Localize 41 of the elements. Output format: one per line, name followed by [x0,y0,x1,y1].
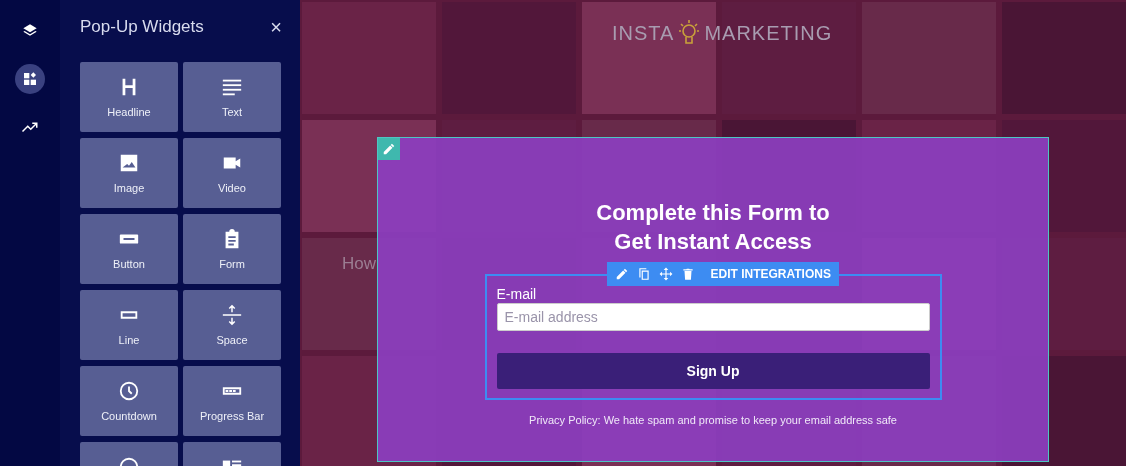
widget-tile[interactable]: Image [80,138,178,208]
widget-tile[interactable]: Space [183,290,281,360]
widget-tile[interactable]: Progress Bar [183,366,281,436]
widget-label: Video [218,182,246,194]
widget-label: Progress Bar [199,410,265,422]
copy-icon [636,267,651,281]
widget-label: Countdown [101,410,157,422]
widget-tile[interactable]: Text [183,62,281,132]
close-button[interactable]: × [270,17,282,37]
privacy-text: Privacy Policy: We hate spam and promise to keep your email address safe [529,414,897,426]
panel-title: Pop-Up Widgets [80,17,204,37]
widget-label: Line [118,334,140,346]
widget-label: Space [216,334,248,346]
clock-icon [118,380,140,402]
page-text: How [342,254,376,274]
widget-label: Button [113,258,145,270]
move-icon [658,267,673,281]
pencil-icon [614,267,629,281]
image-icon [118,152,140,174]
field-label: E-mail [496,286,538,302]
widget-tile[interactable]: Video [183,138,281,208]
widget-tile[interactable]: Countdown [80,366,178,436]
pencil-icon [382,142,396,156]
widget-label: Form [219,258,245,270]
widgets-icon [22,71,38,87]
widget-tile[interactable]: Line [80,290,178,360]
trash-icon [680,267,695,281]
widget-label: Headline [107,106,151,118]
popup-heading: Complete this Form to Get Instant Access [596,199,830,256]
widget-tile[interactable]: Button [80,214,178,284]
sidebar-tab[interactable] [15,64,45,94]
logo-text: INSTA [612,21,675,45]
widget-label: Image [113,182,145,194]
logo-text: MARKETING [704,21,833,45]
sign-up-button[interactable]: Sign Up [496,353,930,389]
widget-label: Text [221,106,243,118]
widget-tile[interactable]: Headline [80,62,178,132]
spacing-icon [221,304,243,326]
edit-integrations-button[interactable]: EDIT INTEGRATIONS [702,267,831,281]
email-field[interactable]: E-mail address [496,303,930,331]
widget-tile[interactable]: Form [183,214,281,284]
